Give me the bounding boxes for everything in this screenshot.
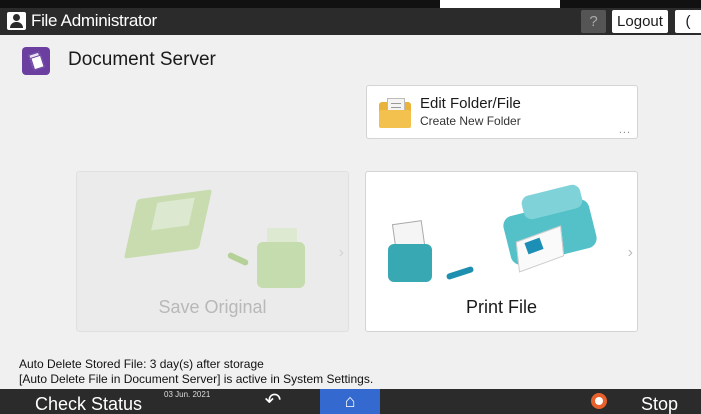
top-strip-right [560, 0, 701, 8]
date-display: 03 Jun. 2021 [164, 390, 211, 399]
top-strip-left [0, 0, 440, 8]
print-file-label: Print File [465, 297, 537, 317]
header-bar: File Administrator ? Logout ( [0, 8, 701, 35]
document-server-icon [22, 47, 50, 75]
auto-delete-setting-info: [Auto Delete File in Document Server] is… [19, 372, 374, 386]
edit-folder-file-button[interactable]: Edit Folder/File Create New Folder ... [366, 85, 638, 139]
folder-icon [379, 98, 411, 128]
create-new-folder-label: Create New Folder [420, 114, 521, 128]
server-box-illustration [388, 244, 432, 282]
bottom-bar: Check Status 03 Jun. 2021 ↶ ⌂ Stop [0, 389, 701, 414]
arrow-icon [226, 251, 250, 267]
user-name[interactable]: File Administrator [31, 11, 157, 31]
save-original-button[interactable]: › Save Original [76, 171, 349, 332]
back-icon[interactable]: ↶ [258, 389, 288, 414]
energy-saver-button[interactable]: ( [675, 10, 701, 33]
page-title: Document Server [68, 49, 216, 70]
check-status-button[interactable]: Check Status [35, 392, 142, 414]
chevron-right-icon: › [338, 244, 344, 261]
stop-icon[interactable] [591, 393, 607, 409]
print-file-button[interactable]: › Print File [365, 171, 638, 332]
edit-folder-file-label: Edit Folder/File [420, 95, 521, 112]
logout-button[interactable]: Logout [612, 10, 668, 33]
stop-button[interactable]: Stop [641, 392, 678, 414]
user-icon [7, 12, 26, 30]
save-original-label: Save Original [158, 297, 267, 317]
help-button[interactable]: ? [581, 10, 606, 33]
auto-delete-info: Auto Delete Stored File: 3 day(s) after … [19, 357, 264, 371]
more-options-icon: ... [618, 124, 631, 136]
top-strip [0, 0, 701, 8]
server-box-illustration [257, 242, 305, 288]
home-icon[interactable]: ⌂ [320, 389, 380, 414]
arrow-icon [445, 265, 475, 281]
chevron-right-icon: › [627, 244, 633, 261]
